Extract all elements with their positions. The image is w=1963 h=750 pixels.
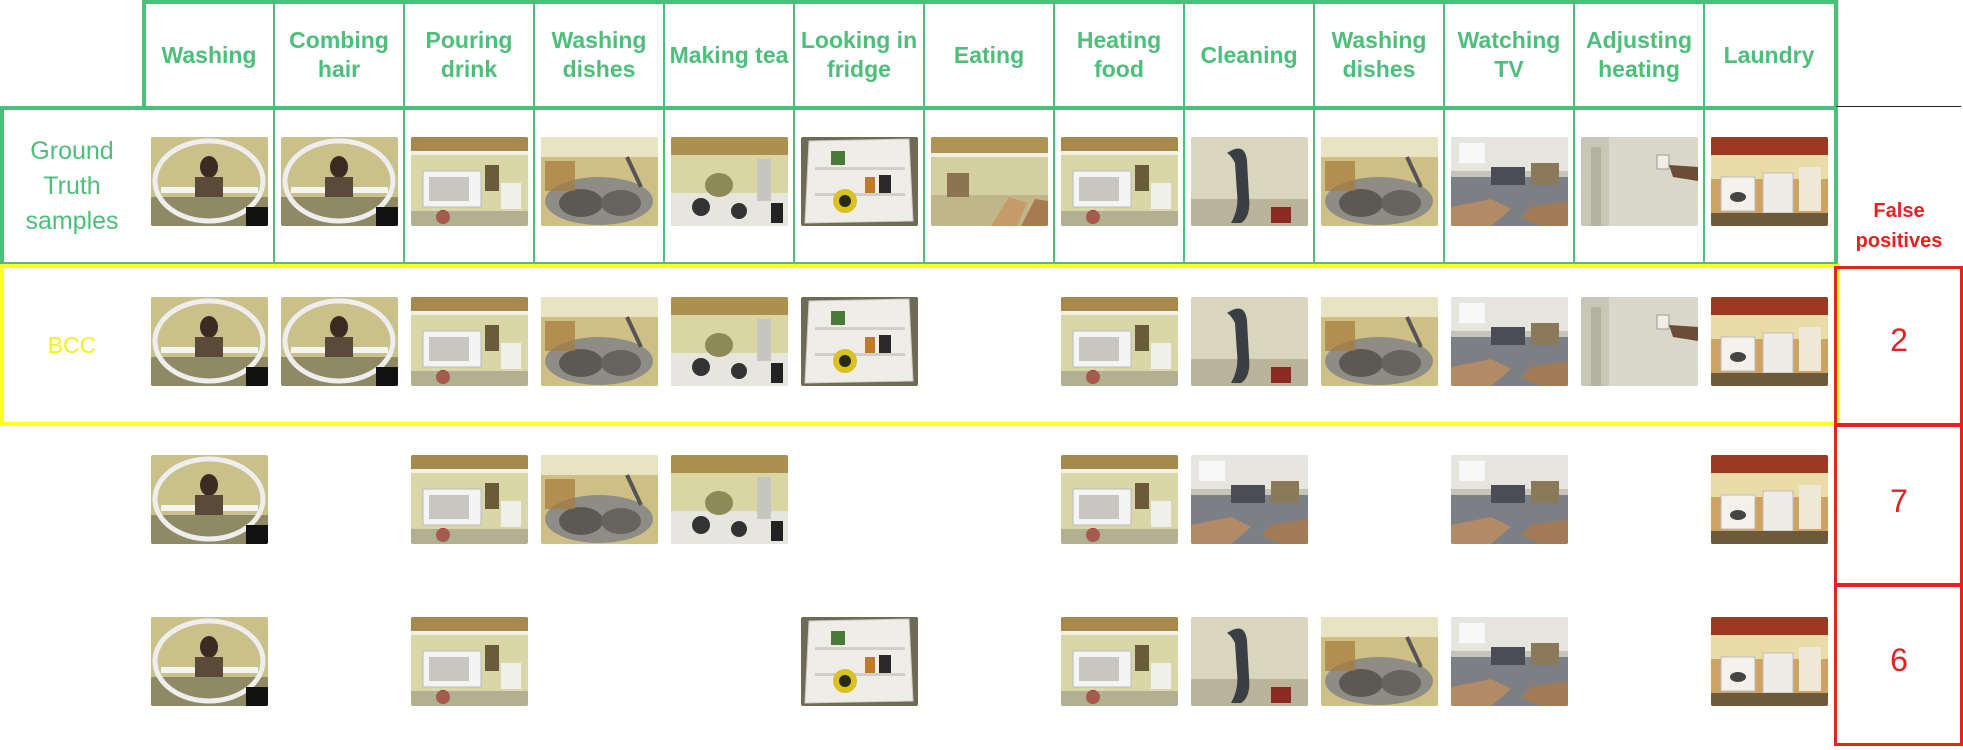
activity-header: Washing dishes <box>1331 27 1427 82</box>
ground-truth-thumbnail-bathroom-mirror <box>150 137 268 226</box>
header-extension-line <box>1836 106 1961 107</box>
method-3-thumbnail-kitchen-sink <box>1320 617 1438 706</box>
activity-header: Adjusting heating <box>1585 27 1693 82</box>
activity-header: Watching TV <box>1457 27 1561 82</box>
bcc-thumbnail-laundry-room <box>1710 297 1828 386</box>
method-2-thumbnail-living-room <box>1190 455 1308 544</box>
ground-truth-thumbnail-living-room <box>1450 137 1568 226</box>
method-2-thumbnail-kitchen-microwave <box>410 455 528 544</box>
activity-header: Making tea <box>669 41 789 68</box>
bcc-thumbnail-bathroom-mirror <box>280 297 398 386</box>
ground-truth-thumbnail-laundry-room <box>1710 137 1828 226</box>
method-2-thumbnail-kitchen-stove <box>670 455 788 544</box>
ground-truth-thumbnail-bathroom-mirror <box>280 137 398 226</box>
method-2-thumbnail-bathroom-mirror <box>150 455 268 544</box>
false-positives-row-3: 7 <box>1890 483 1908 519</box>
method-2-thumbnail-laundry-room <box>1710 455 1828 544</box>
bcc-thumbnail-fridge-interior <box>800 297 918 386</box>
activity-header: Combing hair <box>289 27 389 82</box>
false-positives-label: False positives <box>1855 200 1943 252</box>
activity-header: Washing dishes <box>551 27 647 82</box>
false-positives-row-4: 6 <box>1890 642 1908 678</box>
bcc-thumbnail-wall-thermostat <box>1580 297 1698 386</box>
header-extension-edge <box>1838 0 1839 106</box>
bcc-label: BCC <box>47 331 97 358</box>
ground-truth-thumbnail-kitchen-sink <box>1320 137 1438 226</box>
ground-truth-thumbnail-kitchen-stove <box>670 137 788 226</box>
bcc-thumbnail-living-room <box>1450 297 1568 386</box>
bcc-thumbnail-kitchen-microwave <box>410 297 528 386</box>
ground-truth-thumbnail-kitchen-microwave <box>1060 137 1178 226</box>
method-2-thumbnail-living-room <box>1450 455 1568 544</box>
bcc-thumbnail-kitchen-stove <box>670 297 788 386</box>
activity-header: Heating food <box>1076 27 1162 82</box>
ground-truth-thumbnail-fridge-interior <box>800 137 918 226</box>
bcc-thumbnail-kitchen-sink <box>540 297 658 386</box>
ground-truth-label: Ground Truth samples <box>25 136 119 235</box>
method-3-thumbnail-laundry-room <box>1710 617 1828 706</box>
method-2-thumbnail-kitchen-sink <box>540 455 658 544</box>
method-3-thumbnail-living-room <box>1450 617 1568 706</box>
method-3-thumbnail-kitchen-microwave <box>410 617 528 706</box>
method-2-thumbnail-kitchen-microwave <box>1060 455 1178 544</box>
ground-truth-thumbnail-kitchen-counter <box>930 137 1048 226</box>
method-3-thumbnail-kitchen-microwave <box>1060 617 1178 706</box>
ground-truth-thumbnail-kitchen-microwave <box>410 137 528 226</box>
method-3-thumbnail-fridge-interior <box>800 617 918 706</box>
activity-header: Looking in fridge <box>800 27 918 82</box>
method-3-thumbnail-bathroom-mirror <box>150 617 268 706</box>
results-figure: Washing Combing hair Pouring drink Washing … <box>0 0 1963 750</box>
ground-truth-thumbnail-wall-thermostat <box>1580 137 1698 226</box>
activity-header: Washing <box>161 41 257 68</box>
ground-truth-thumbnail-kitchen-sink <box>540 137 658 226</box>
method-3-thumbnail-kitchen-wall <box>1190 617 1308 706</box>
false-positives-bcc: 2 <box>1890 322 1908 358</box>
bcc-thumbnail-kitchen-microwave <box>1060 297 1178 386</box>
bcc-thumbnail-bathroom-mirror <box>150 297 268 386</box>
activity-header: Pouring drink <box>425 27 513 82</box>
bcc-thumbnail-kitchen-wall <box>1190 297 1308 386</box>
activity-header: Cleaning <box>1200 41 1298 68</box>
ground-truth-thumbnail-kitchen-wall <box>1190 137 1308 226</box>
activity-header: Eating <box>953 41 1025 68</box>
bcc-thumbnail-kitchen-sink <box>1320 297 1438 386</box>
activity-header: Laundry <box>1723 41 1815 68</box>
